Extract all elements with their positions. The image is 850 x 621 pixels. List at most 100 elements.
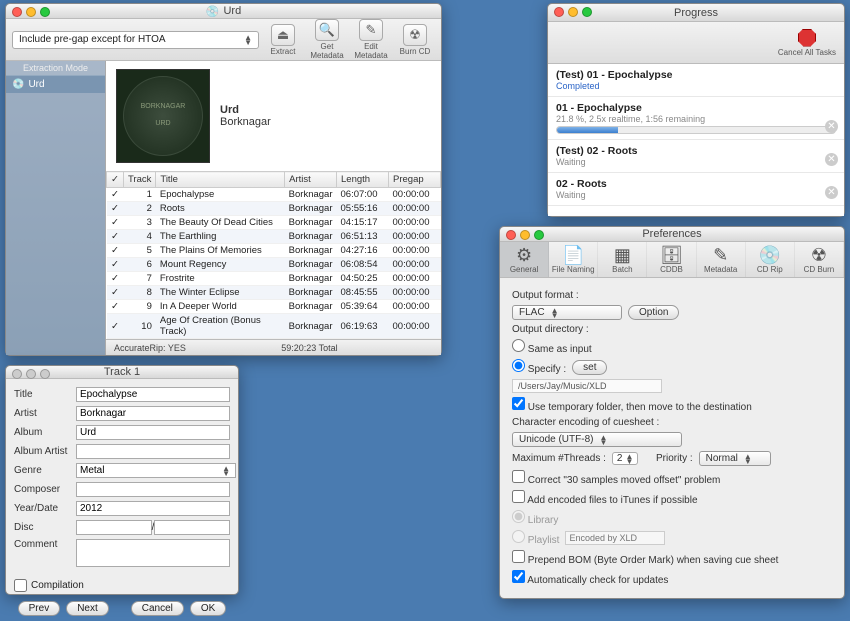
next-button[interactable]: Next: [66, 601, 109, 616]
table-row[interactable]: ✓5The Plains Of MemoriesBorknagar04:27:1…: [107, 244, 441, 258]
col-pregap[interactable]: Pregap: [389, 172, 441, 188]
same-as-input-radio[interactable]: Same as input: [512, 339, 592, 355]
pref-tabs: ⚙General 📄File Naming ▦Batch 🗄CDDB ✎Meta…: [500, 242, 844, 278]
table-row[interactable]: ✓4The EarthlingBorknagar06:51:1300:00:00: [107, 230, 441, 244]
window-title: Track 1: [104, 366, 140, 378]
table-row[interactable]: ✓8The Winter EclipseBorknagar08:45:5500:…: [107, 286, 441, 300]
close-icon[interactable]: [12, 7, 22, 17]
max-threads-stepper[interactable]: 2▲▼: [612, 452, 638, 465]
disc-icon: 💿: [759, 245, 781, 265]
extract-button[interactable]: ⏏Extract: [263, 24, 303, 56]
track-editor-window: Track 1 Title Artist Album Album Artist …: [5, 365, 239, 595]
burn-cd-button[interactable]: ☢Burn CD: [395, 24, 435, 56]
progress-task: 01 - Epochalypse21.8 %, 2.5x realtime, 1…: [548, 97, 844, 140]
compilation-checkbox[interactable]: Compilation: [14, 579, 230, 592]
output-format-label: Output format :: [512, 290, 579, 301]
table-row[interactable]: ✓2RootsBorknagar05:55:1600:00:00: [107, 202, 441, 216]
cancel-button[interactable]: Cancel: [131, 601, 184, 616]
output-path: /Users/Jay/Music/XLD: [512, 379, 662, 393]
auto-update-checkbox[interactable]: Automatically check for updates: [512, 570, 668, 586]
close-icon[interactable]: [554, 7, 564, 17]
zoom-icon[interactable]: [534, 230, 544, 240]
col-artist[interactable]: Artist: [285, 172, 337, 188]
option-button[interactable]: Option: [628, 305, 679, 320]
track-table[interactable]: ✓ Track Title Artist Length Pregap ✓1Epo…: [106, 171, 441, 339]
temp-folder-checkbox[interactable]: Use temporary folder, then move to the d…: [512, 397, 752, 413]
close-icon[interactable]: [12, 369, 22, 379]
accuraterip-status: AccurateRip: YES: [114, 343, 186, 353]
add-itunes-checkbox[interactable]: Add encoded files to iTunes if possible: [512, 490, 698, 506]
close-icon[interactable]: [506, 230, 516, 240]
artist-field[interactable]: [76, 406, 230, 421]
main-titlebar[interactable]: 💿 Urd: [6, 4, 441, 19]
bom-checkbox[interactable]: Prepend BOM (Byte Order Mark) when savin…: [512, 550, 778, 566]
table-row[interactable]: ✓7FrostriteBorknagar04:50:2500:00:00: [107, 272, 441, 286]
status-bar: AccurateRip: YES 59:20:23 Total: [106, 339, 441, 355]
playlist-name-field[interactable]: [565, 531, 665, 545]
tab-file-naming[interactable]: 📄File Naming: [549, 242, 598, 277]
char-enc-select[interactable]: Unicode (UTF-8)▲▼: [512, 432, 682, 447]
disc-field[interactable]: [76, 520, 152, 535]
composer-field[interactable]: [76, 482, 230, 497]
col-check[interactable]: ✓: [107, 172, 124, 188]
tag-icon: ✎: [713, 245, 728, 265]
database-icon: 🗄: [660, 245, 683, 265]
zoom-icon[interactable]: [40, 7, 50, 17]
minimize-icon[interactable]: [26, 369, 36, 379]
table-row[interactable]: ✓10Age Of Creation (Bonus Track)Borknaga…: [107, 314, 441, 339]
progress-window: Progress Cancel All Tasks (Test) 01 - Ep…: [547, 3, 845, 217]
album-art[interactable]: BORKNAGARURD: [116, 69, 210, 163]
ok-button[interactable]: OK: [190, 601, 226, 616]
col-length[interactable]: Length: [337, 172, 389, 188]
main-toolbar: Include pre-gap except for HTOA▲▼ ⏏Extra…: [6, 19, 441, 61]
main-window: 💿 Urd Include pre-gap except for HTOA▲▼ …: [5, 3, 442, 356]
minimize-icon[interactable]: [26, 7, 36, 17]
correct-offset-checkbox[interactable]: Correct "30 samples moved offset" proble…: [512, 470, 720, 486]
disc-icon: 💿: [12, 79, 24, 90]
album-title: Urd: [220, 104, 271, 116]
table-row[interactable]: ✓6Mount RegencyBorknagar06:08:5400:00:00: [107, 258, 441, 272]
comment-field[interactable]: [76, 539, 230, 567]
col-title[interactable]: Title: [156, 172, 285, 188]
library-radio[interactable]: Library: [512, 510, 558, 526]
output-format-select[interactable]: FLAC▲▼: [512, 305, 622, 320]
set-button[interactable]: set: [572, 360, 607, 375]
prev-button[interactable]: Prev: [18, 601, 61, 616]
minimize-icon[interactable]: [520, 230, 530, 240]
tab-batch[interactable]: ▦Batch: [598, 242, 647, 277]
year-field[interactable]: [76, 501, 230, 516]
progress-task: (Test) 01 - EpochalypseCompleted: [548, 64, 844, 97]
total-time: 59:20:23 Total: [281, 343, 337, 353]
table-row[interactable]: ✓3The Beauty Of Dead CitiesBorknagar04:1…: [107, 216, 441, 230]
table-row[interactable]: ✓9In A Deeper WorldBorknagar05:39:6400:0…: [107, 300, 441, 314]
priority-label: Priority :: [656, 453, 693, 464]
tab-cd-burn[interactable]: ☢CD Burn: [795, 242, 844, 277]
table-row[interactable]: ✓1EpochalypseBorknagar06:07:0000:00:00: [107, 188, 441, 202]
tab-general[interactable]: ⚙General: [500, 242, 549, 277]
cancel-task-button[interactable]: ✕: [825, 186, 838, 199]
disc-total-field[interactable]: [154, 520, 230, 535]
album-field[interactable]: [76, 425, 230, 440]
edit-metadata-button[interactable]: ✎Edit Metadata: [351, 19, 391, 60]
get-metadata-button[interactable]: 🔍Get Metadata: [307, 19, 347, 60]
cancel-task-button[interactable]: ✕: [825, 120, 838, 133]
title-field[interactable]: [76, 387, 230, 402]
album-artist-field[interactable]: [76, 444, 230, 459]
zoom-icon[interactable]: [582, 7, 592, 17]
output-dir-label: Output directory :: [512, 324, 589, 335]
col-track[interactable]: Track: [123, 172, 155, 188]
tab-cddb[interactable]: 🗄CDDB: [647, 242, 696, 277]
playlist-radio[interactable]: Playlist: [512, 530, 559, 546]
specify-radio[interactable]: Specify :: [512, 359, 566, 375]
priority-select[interactable]: Normal▲▼: [699, 451, 771, 466]
cancel-task-button[interactable]: ✕: [825, 153, 838, 166]
pregap-select[interactable]: Include pre-gap except for HTOA▲▼: [12, 31, 259, 49]
cancel-all-button[interactable]: Cancel All Tasks: [778, 29, 836, 57]
genre-field[interactable]: [76, 463, 236, 478]
zoom-icon[interactable]: [40, 369, 50, 379]
tab-metadata[interactable]: ✎Metadata: [697, 242, 746, 277]
sidebar-item-disc[interactable]: 💿 Urd: [6, 75, 105, 93]
minimize-icon[interactable]: [568, 7, 578, 17]
tab-cd-rip[interactable]: 💿CD Rip: [746, 242, 795, 277]
extraction-mode-label: Extraction Mode: [6, 61, 105, 75]
